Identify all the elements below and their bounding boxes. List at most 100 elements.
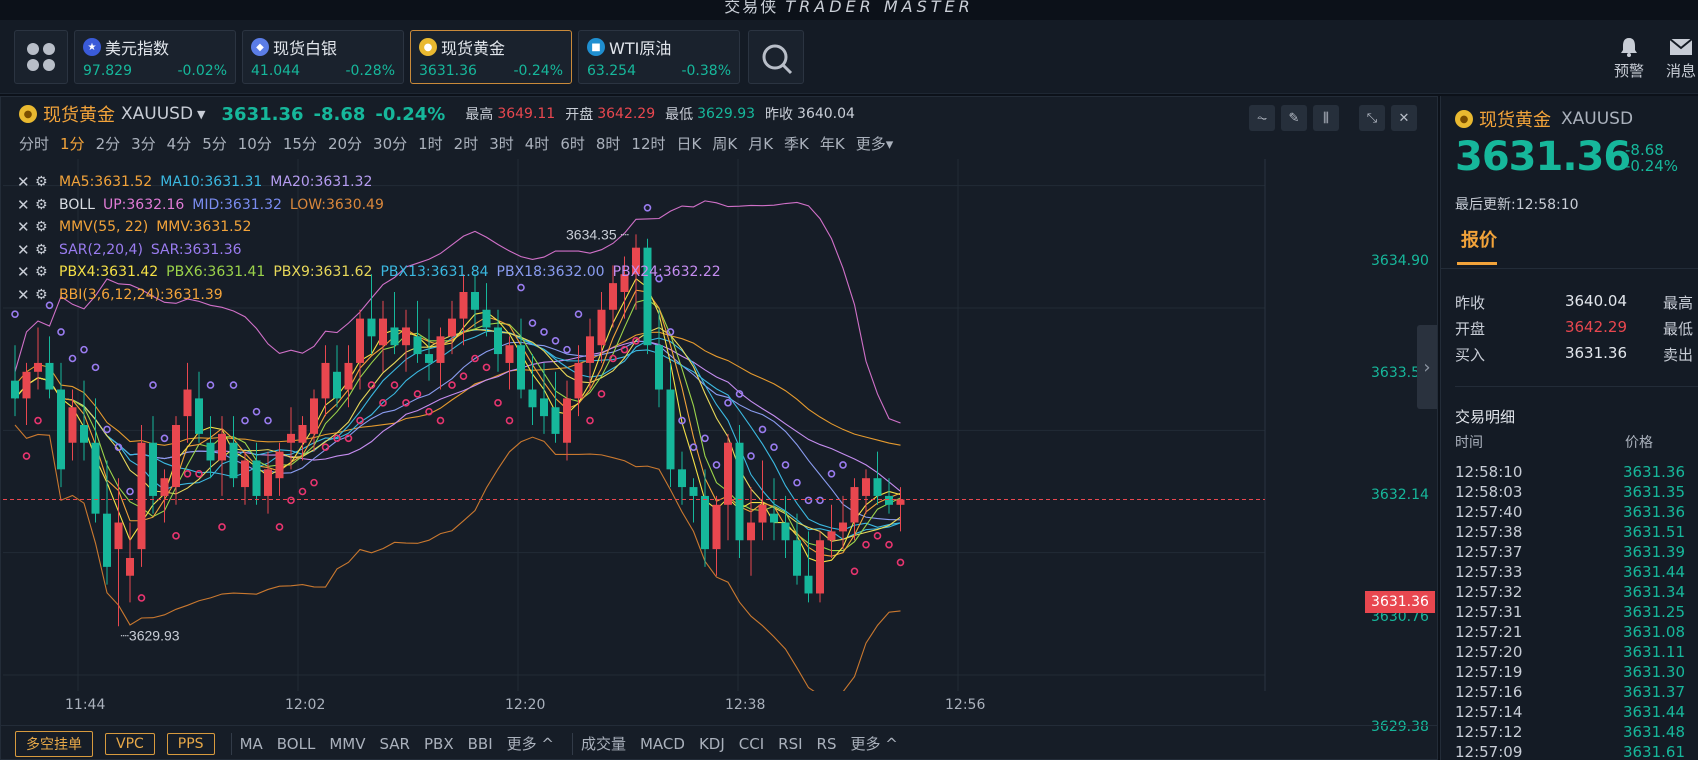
trade-list: 12:58:10 3631.36 12:58:03 3631.35 12:57:40 36…	[1455, 462, 1695, 760]
menu-grid-button[interactable]	[14, 30, 68, 84]
tab-period[interactable]: 4时	[525, 133, 550, 154]
search-button[interactable]	[748, 30, 804, 84]
tab-period[interactable]: 30分	[373, 133, 407, 154]
settings-icon[interactable]: ⚙	[35, 261, 59, 284]
panel-toolbar: ⏦ ✎ ⫼ ⤡ ✕	[1243, 105, 1417, 131]
remove-indicator-icon[interactable]: ✕	[17, 171, 35, 194]
alert-button[interactable]: 预警	[1614, 34, 1644, 81]
tab-period[interactable]: 4分	[167, 133, 192, 154]
sar-dot	[160, 434, 169, 443]
sub-indicator-button[interactable]: KDJ	[699, 735, 725, 753]
trade-price: 3631.25	[1622, 603, 1685, 621]
quote-label: 昨收	[1455, 294, 1486, 312]
tab-period[interactable]: 20分	[328, 133, 362, 154]
trade-row: 12:57:32 3631.34	[1455, 582, 1695, 602]
draw-button[interactable]: ✎	[1281, 105, 1307, 131]
sub-indicator-button[interactable]: RSI	[778, 735, 802, 753]
tab-period[interactable]: 6时	[560, 133, 585, 154]
main-indicator-button[interactable]: BOLL	[277, 735, 316, 753]
settings-icon[interactable]: ⚙	[35, 239, 59, 262]
trade-row: 12:58:10 3631.36	[1455, 462, 1695, 482]
tab-period[interactable]: 15分	[283, 133, 317, 154]
settings-icon[interactable]: ⚙	[35, 284, 59, 307]
tab-period[interactable]: 3时	[489, 133, 514, 154]
tab-period[interactable]: 日K	[677, 133, 702, 154]
remove-indicator-icon[interactable]: ✕	[17, 261, 35, 284]
open-value: 3642.29	[597, 106, 656, 122]
tab-period[interactable]: 2分	[96, 133, 121, 154]
indicator-settings-button[interactable]: ⏦	[1249, 105, 1275, 131]
remove-indicator-icon[interactable]: ✕	[17, 216, 35, 239]
tab-period[interactable]: 10分	[238, 133, 272, 154]
tab-period[interactable]: 年K	[820, 133, 845, 154]
trade-details-title: 交易明细	[1455, 408, 1516, 426]
tab-period[interactable]: 8时	[596, 133, 621, 154]
tab-period[interactable]: 分时	[19, 133, 49, 154]
sar-dot	[712, 461, 721, 469]
main-indicator-button[interactable]: MA	[240, 735, 263, 753]
message-button[interactable]: 消息	[1666, 34, 1696, 81]
gold-coin-icon: ●	[1455, 110, 1473, 128]
settings-icon[interactable]: ⚙	[35, 216, 59, 239]
tab-period[interactable]: 5分	[202, 133, 227, 154]
sub-indicator-button[interactable]: RS	[817, 735, 837, 753]
toggle-button[interactable]: VPC	[105, 732, 155, 755]
tab-period[interactable]: 1时	[418, 133, 443, 154]
ticker-card[interactable]: ● 现货黄金 3631.36 -0.24%	[410, 30, 572, 84]
sub-indicator-button[interactable]: 更多 ^	[850, 733, 897, 754]
remove-indicator-icon[interactable]: ✕	[17, 194, 35, 217]
settings-icon[interactable]: ⚙	[35, 194, 59, 217]
candle-body	[22, 371, 31, 399]
candle-body	[517, 345, 525, 390]
tab-period[interactable]: 3分	[131, 133, 156, 154]
min-price-annotation: ┈3629.93	[121, 627, 180, 643]
indicator-value: PBX6:3631.41	[166, 264, 266, 280]
close-button[interactable]: ✕	[1391, 105, 1417, 131]
ticker-values: 3631.36 -0.24%	[419, 63, 563, 79]
remove-indicator-icon[interactable]: ✕	[17, 284, 35, 307]
symbol-code[interactable]: XAUUSD	[121, 104, 193, 124]
ticker-card[interactable]: ◆ 现货白银 41.044 -0.28%	[242, 30, 404, 84]
main-indicator-button[interactable]: MMV	[329, 735, 365, 753]
tab-period[interactable]: 1分	[60, 133, 85, 154]
ticker-card[interactable]: ■ WTI原油 63.254 -0.38%	[578, 30, 740, 84]
chevron-down-icon[interactable]: ▼	[197, 108, 205, 121]
app-title-en: TRADER MASTER	[785, 0, 974, 16]
main-indicator-button[interactable]: PBX	[424, 735, 454, 753]
candle-body	[735, 442, 744, 541]
sub-indicator-button[interactable]: MACD	[640, 735, 685, 753]
tab-period[interactable]: 月K	[748, 133, 773, 154]
tab-period[interactable]: 更多▾	[856, 133, 894, 154]
gold-coin-icon: ●	[419, 38, 437, 56]
chart-type-button[interactable]: ⫼	[1313, 105, 1339, 131]
sar-dot	[804, 496, 813, 505]
remove-indicator-icon[interactable]: ✕	[17, 239, 35, 262]
ticker-card[interactable]: ★ 美元指数 97.829 -0.02%	[74, 30, 236, 84]
toggle-button[interactable]: 多空挂单	[15, 730, 93, 757]
chevron-right-icon: ›	[1423, 356, 1431, 378]
sar-dot	[574, 310, 583, 318]
main-indicator-button[interactable]: SAR	[380, 735, 410, 753]
tab-period[interactable]: 12时	[631, 133, 665, 154]
indicator-value: MA5:3631.52	[59, 174, 153, 190]
sub-indicator-button[interactable]: 成交量	[581, 733, 626, 754]
sub-indicator-button[interactable]: CCI	[739, 735, 764, 753]
divider	[1441, 268, 1698, 269]
toggle-button[interactable]: PPS	[166, 732, 215, 755]
tab-quote[interactable]: 报价	[1461, 226, 1497, 252]
tab-period[interactable]: 周K	[712, 133, 737, 154]
tab-period[interactable]: 2时	[454, 133, 479, 154]
sar-dot	[873, 532, 882, 540]
quote-label: 最低	[1663, 320, 1694, 338]
symbol-name[interactable]: 现货黄金	[43, 101, 115, 127]
main-indicator-button[interactable]: BBI	[468, 735, 493, 753]
tab-underline	[1457, 262, 1497, 265]
collapse-sidebar-button[interactable]: ›	[1417, 325, 1437, 409]
trade-table-header: 时间 价格	[1455, 432, 1685, 452]
settings-icon[interactable]: ⚙	[35, 171, 59, 194]
expand-button[interactable]: ⤡	[1359, 105, 1385, 131]
tab-period[interactable]: 季K	[784, 133, 809, 154]
candle-body	[850, 487, 859, 523]
sar-dot	[505, 416, 514, 425]
main-indicator-button[interactable]: 更多 ^	[507, 733, 554, 754]
